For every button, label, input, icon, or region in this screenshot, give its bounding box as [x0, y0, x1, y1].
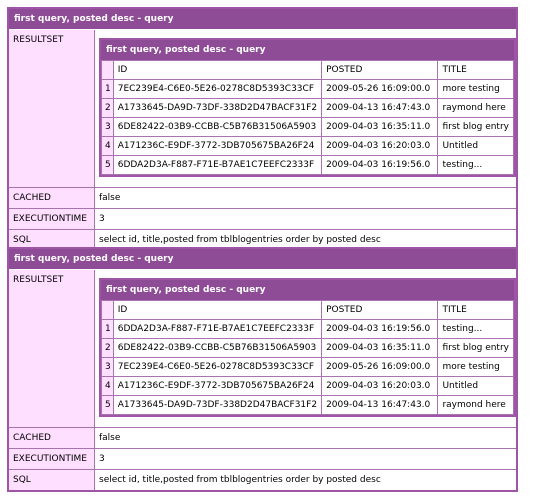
resultset-table: first query, posted desc - query ID POST…	[99, 278, 516, 417]
header-index-cell	[101, 300, 114, 320]
cell-title: testing...	[437, 319, 514, 339]
resultset-value: first query, posted desc - query ID POST…	[95, 270, 516, 417]
cached-row: CACHED false	[9, 187, 516, 208]
table-row: 4 A171236C-E9DF-3772-3DB705675BA26F24 20…	[101, 136, 514, 156]
query-dump-1: first query, posted desc - query RESULTS…	[7, 7, 518, 252]
row-index[interactable]: 5	[101, 155, 114, 175]
table-row: 1 7EC239E4-C6E0-5E26-0278C8D5393C33CF 20…	[101, 79, 514, 99]
table-row: 1 6DDA2D3A-F887-F71E-B7AE1C7EEFC2333F 20…	[101, 319, 514, 339]
executiontime-label[interactable]: EXECUTIONTIME	[9, 209, 95, 229]
cell-title: testing...	[437, 155, 514, 175]
cell-id: 6DE82422-03B9-CCBB-C5B76B31506A5903	[112, 338, 323, 358]
cell-title: more testing	[437, 79, 514, 99]
cell-posted: 2009-05-26 16:09:00.0	[321, 357, 439, 377]
cell-id: 7EC239E4-C6E0-5E26-0278C8D5393C33CF	[112, 79, 323, 99]
table-row: 3 7EC239E4-C6E0-5E26-0278C8D5393C33CF 20…	[101, 357, 514, 377]
column-header-title[interactable]: TITLE	[437, 300, 514, 320]
cell-posted: 2009-04-03 16:19:56.0	[321, 319, 439, 339]
cell-posted: 2009-04-13 16:47:43.0	[321, 98, 439, 118]
resultset-title[interactable]: first query, posted desc - query	[101, 280, 514, 300]
cached-row: CACHED false	[9, 427, 516, 448]
cell-id: A1733645-DA9D-73DF-338D2D47BACF31F2	[112, 395, 323, 415]
cell-posted: 2009-04-13 16:47:43.0	[321, 395, 439, 415]
query-dump-2: first query, posted desc - query RESULTS…	[7, 247, 518, 492]
cached-value: false	[99, 433, 121, 443]
cell-posted: 2009-04-03 16:19:56.0	[321, 155, 439, 175]
row-index[interactable]: 2	[101, 98, 114, 118]
column-header-posted[interactable]: POSTED	[321, 300, 439, 320]
dump-title[interactable]: first query, posted desc - query	[9, 9, 516, 29]
resultset-value: first query, posted desc - query ID POST…	[95, 30, 516, 177]
column-header-title[interactable]: TITLE	[437, 60, 514, 80]
table-row: 5 A1733645-DA9D-73DF-338D2D47BACF31F2 20…	[101, 395, 514, 415]
table-row: 5 6DDA2D3A-F887-F71E-B7AE1C7EEFC2333F 20…	[101, 155, 514, 175]
cached-value: false	[99, 193, 121, 203]
row-index[interactable]: 1	[101, 79, 114, 99]
resultset-label[interactable]: RESULTSET	[9, 30, 95, 187]
cell-title: first blog entry	[437, 338, 514, 358]
cell-id: A171236C-E9DF-3772-3DB705675BA26F24	[112, 376, 323, 396]
cell-id: A171236C-E9DF-3772-3DB705675BA26F24	[112, 136, 323, 156]
table-row: 2 6DE82422-03B9-CCBB-C5B76B31506A5903 20…	[101, 338, 514, 358]
cell-id: 6DE82422-03B9-CCBB-C5B76B31506A5903	[112, 117, 323, 137]
query-table: ID POSTED TITLE 1 6DDA2D3A-F887-F71E-B7A…	[101, 300, 514, 415]
table-row: 2 A1733645-DA9D-73DF-338D2D47BACF31F2 20…	[101, 98, 514, 118]
cached-label[interactable]: CACHED	[9, 188, 95, 208]
table-header-row: ID POSTED TITLE	[101, 60, 514, 80]
sql-row: SQL select id, title,posted from tblblog…	[9, 469, 516, 490]
cell-title: raymond here	[437, 395, 514, 415]
cell-posted: 2009-04-03 16:35:11.0	[321, 117, 439, 137]
row-index[interactable]: 3	[101, 117, 114, 137]
cell-title: Untitled	[437, 376, 514, 396]
header-index-cell	[101, 60, 114, 80]
resultset-title[interactable]: first query, posted desc - query	[101, 40, 514, 60]
resultset-label[interactable]: RESULTSET	[9, 270, 95, 427]
dump-title[interactable]: first query, posted desc - query	[9, 249, 516, 269]
cell-id: 7EC239E4-C6E0-5E26-0278C8D5393C33CF	[112, 357, 323, 377]
row-index[interactable]: 4	[101, 376, 114, 396]
query-table: ID POSTED TITLE 1 7EC239E4-C6E0-5E26-027…	[101, 60, 514, 175]
row-index[interactable]: 1	[101, 319, 114, 339]
cell-id: A1733645-DA9D-73DF-338D2D47BACF31F2	[112, 98, 323, 118]
column-header-id[interactable]: ID	[112, 300, 323, 320]
cell-id: 6DDA2D3A-F887-F71E-B7AE1C7EEFC2333F	[112, 155, 323, 175]
cell-posted: 2009-04-03 16:20:03.0	[321, 136, 439, 156]
cell-id: 6DDA2D3A-F887-F71E-B7AE1C7EEFC2333F	[112, 319, 323, 339]
cell-posted: 2009-05-26 16:09:00.0	[321, 79, 439, 99]
column-header-posted[interactable]: POSTED	[321, 60, 439, 80]
executiontime-row: EXECUTIONTIME 3	[9, 448, 516, 469]
resultset-row: RESULTSET first query, posted desc - que…	[9, 269, 516, 427]
executiontime-label[interactable]: EXECUTIONTIME	[9, 449, 95, 469]
row-index[interactable]: 2	[101, 338, 114, 358]
cell-posted: 2009-04-03 16:35:11.0	[321, 338, 439, 358]
resultset-row: RESULTSET first query, posted desc - que…	[9, 29, 516, 187]
cell-title: raymond here	[437, 98, 514, 118]
column-header-id[interactable]: ID	[112, 60, 323, 80]
row-index[interactable]: 3	[101, 357, 114, 377]
executiontime-row: EXECUTIONTIME 3	[9, 208, 516, 229]
cell-title: first blog entry	[437, 117, 514, 137]
row-index[interactable]: 5	[101, 395, 114, 415]
executiontime-value: 3	[99, 454, 105, 464]
table-row: 3 6DE82422-03B9-CCBB-C5B76B31506A5903 20…	[101, 117, 514, 137]
resultset-table: first query, posted desc - query ID POST…	[99, 38, 516, 177]
table-row: 4 A171236C-E9DF-3772-3DB705675BA26F24 20…	[101, 376, 514, 396]
cell-title: Untitled	[437, 136, 514, 156]
row-index[interactable]: 4	[101, 136, 114, 156]
sql-label[interactable]: SQL	[9, 470, 95, 490]
cell-posted: 2009-04-03 16:20:03.0	[321, 376, 439, 396]
executiontime-value: 3	[99, 214, 105, 224]
sql-value: select id, title,posted from tblblogentr…	[99, 475, 381, 485]
table-header-row: ID POSTED TITLE	[101, 300, 514, 320]
cached-label[interactable]: CACHED	[9, 428, 95, 448]
cell-title: more testing	[437, 357, 514, 377]
